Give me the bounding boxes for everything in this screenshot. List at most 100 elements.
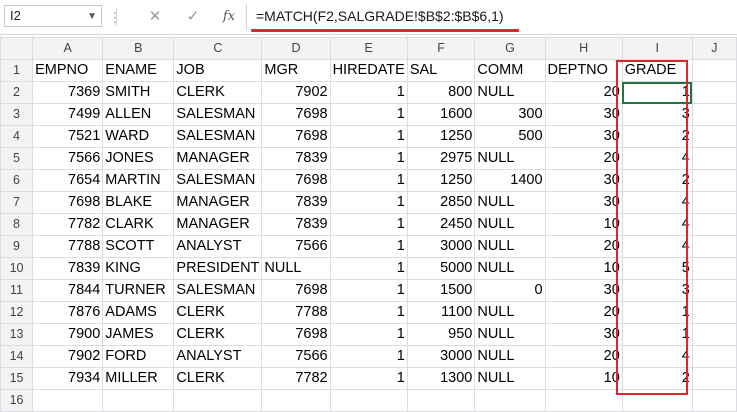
cell-j8[interactable] [691, 213, 737, 236]
cell-e1[interactable]: HIREDATE [329, 59, 408, 82]
cell-d15[interactable]: 7782 [261, 367, 331, 390]
cell-b11[interactable]: TURNER [102, 279, 175, 302]
cell-i6[interactable]: 2 [621, 169, 693, 192]
cell-a10[interactable]: 7839 [32, 257, 104, 280]
row-header-6[interactable]: 6 [0, 169, 34, 192]
cell-g6[interactable]: 1400 [474, 169, 546, 192]
column-header-e[interactable]: E [329, 37, 408, 60]
cell-d9[interactable]: 7566 [261, 235, 331, 258]
cell-e10[interactable]: 1 [329, 257, 408, 280]
cell-f12[interactable]: 1100 [406, 301, 476, 324]
cell-h9[interactable]: 20 [544, 235, 623, 258]
cell-b8[interactable]: CLARK [102, 213, 175, 236]
cell-f5[interactable]: 2975 [406, 147, 476, 170]
cell-d13[interactable]: 7698 [261, 323, 331, 346]
cell-a9[interactable]: 7788 [32, 235, 104, 258]
cell-a13[interactable]: 7900 [32, 323, 104, 346]
cell-g10[interactable]: NULL [474, 257, 546, 280]
cell-h8[interactable]: 10 [544, 213, 623, 236]
cell-f2[interactable]: 800 [406, 81, 476, 104]
cell-d6[interactable]: 7698 [261, 169, 331, 192]
cell-h5[interactable]: 20 [544, 147, 623, 170]
cell-b10[interactable]: KING [102, 257, 175, 280]
cell-c15[interactable]: CLERK [173, 367, 263, 390]
cell-f4[interactable]: 1250 [406, 125, 476, 148]
cell-g1[interactable]: COMM [474, 59, 546, 82]
cell-c2[interactable]: CLERK [173, 81, 263, 104]
cell-h14[interactable]: 20 [544, 345, 623, 368]
cell-g13[interactable]: NULL [474, 323, 546, 346]
cell-e6[interactable]: 1 [329, 169, 408, 192]
cell-j11[interactable] [691, 279, 737, 302]
cell-j1[interactable] [691, 59, 737, 82]
row-header-11[interactable]: 11 [0, 279, 34, 302]
cell-e15[interactable]: 1 [329, 367, 408, 390]
cell-a1[interactable]: EMPNO [32, 59, 104, 82]
cell-d11[interactable]: 7698 [261, 279, 331, 302]
cell-j14[interactable] [691, 345, 737, 368]
cell-e14[interactable]: 1 [329, 345, 408, 368]
cell-d1[interactable]: MGR [261, 59, 331, 82]
cell-i3[interactable]: 3 [621, 103, 693, 126]
cell-b13[interactable]: JAMES [102, 323, 175, 346]
cell-b15[interactable]: MILLER [102, 367, 175, 390]
cell-h6[interactable]: 30 [544, 169, 623, 192]
name-box[interactable]: I2 ▼ [4, 5, 102, 27]
cell-b4[interactable]: WARD [102, 125, 175, 148]
cell-b12[interactable]: ADAMS [102, 301, 175, 324]
cell-c4[interactable]: SALESMAN [173, 125, 263, 148]
cell-e11[interactable]: 1 [329, 279, 408, 302]
cell-b7[interactable]: BLAKE [102, 191, 175, 214]
cell-g9[interactable]: NULL [474, 235, 546, 258]
column-header-f[interactable]: F [406, 37, 476, 60]
row-header-10[interactable]: 10 [0, 257, 34, 280]
cell-a2[interactable]: 7369 [32, 81, 104, 104]
cell-f11[interactable]: 1500 [406, 279, 476, 302]
cell-g7[interactable]: NULL [474, 191, 546, 214]
cell-b2[interactable]: SMITH [102, 81, 175, 104]
cell-f16[interactable] [406, 389, 476, 412]
cell-h16[interactable] [544, 389, 623, 412]
cell-i1[interactable]: GRADE [621, 59, 693, 82]
cell-c16[interactable] [173, 389, 263, 412]
cell-b16[interactable] [102, 389, 175, 412]
cell-h13[interactable]: 30 [544, 323, 623, 346]
row-header-15[interactable]: 15 [0, 367, 34, 390]
column-header-a[interactable]: A [32, 37, 104, 60]
cell-i10[interactable]: 5 [621, 257, 693, 280]
cell-c11[interactable]: SALESMAN [173, 279, 263, 302]
cell-d12[interactable]: 7788 [261, 301, 331, 324]
cell-c13[interactable]: CLERK [173, 323, 263, 346]
cell-i16[interactable] [621, 389, 693, 412]
row-header-2[interactable]: 2 [0, 81, 34, 104]
row-header-12[interactable]: 12 [0, 301, 34, 324]
row-header-14[interactable]: 14 [0, 345, 34, 368]
cell-d8[interactable]: 7839 [261, 213, 331, 236]
cell-h7[interactable]: 30 [544, 191, 623, 214]
cell-e13[interactable]: 1 [329, 323, 408, 346]
cell-j12[interactable] [691, 301, 737, 324]
cell-c1[interactable]: JOB [173, 59, 263, 82]
cell-d7[interactable]: 7839 [261, 191, 331, 214]
cell-g4[interactable]: 500 [474, 125, 546, 148]
cell-i7[interactable]: 4 [621, 191, 693, 214]
cell-a11[interactable]: 7844 [32, 279, 104, 302]
cell-b1[interactable]: ENAME [102, 59, 175, 82]
cell-d5[interactable]: 7839 [261, 147, 331, 170]
cell-f14[interactable]: 3000 [406, 345, 476, 368]
cell-c8[interactable]: MANAGER [173, 213, 263, 236]
cell-e16[interactable] [329, 389, 408, 412]
cell-f15[interactable]: 1300 [406, 367, 476, 390]
cell-c12[interactable]: CLERK [173, 301, 263, 324]
cell-c7[interactable]: MANAGER [173, 191, 263, 214]
cell-c14[interactable]: ANALYST [173, 345, 263, 368]
cell-b3[interactable]: ALLEN [102, 103, 175, 126]
cell-d16[interactable] [261, 389, 331, 412]
cell-d14[interactable]: 7566 [261, 345, 331, 368]
cell-e4[interactable]: 1 [329, 125, 408, 148]
cell-d4[interactable]: 7698 [261, 125, 331, 148]
cell-c10[interactable]: PRESIDENT [173, 257, 263, 280]
row-header-7[interactable]: 7 [0, 191, 34, 214]
cell-j10[interactable] [691, 257, 737, 280]
cell-h11[interactable]: 30 [544, 279, 623, 302]
